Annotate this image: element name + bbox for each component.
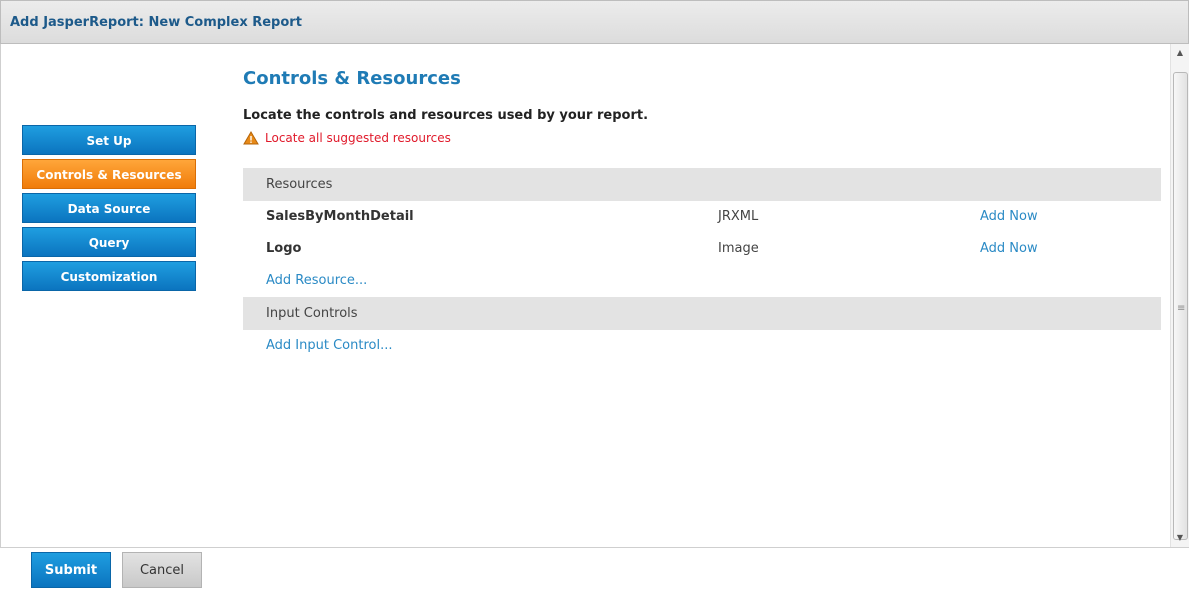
resource-type: JRXML	[718, 209, 759, 224]
cancel-button[interactable]: Cancel	[122, 552, 202, 588]
input-controls-header: Input Controls	[243, 297, 1161, 330]
warning-message: Locate all suggested resources	[243, 131, 1161, 145]
add-now-link[interactable]: Add Now	[980, 201, 1038, 233]
add-now-link[interactable]: Add Now	[980, 233, 1038, 265]
dialog-titlebar: Add JasperReport: New Complex Report	[0, 0, 1189, 44]
warning-text: Locate all suggested resources	[265, 131, 451, 145]
warning-icon	[243, 131, 259, 145]
resource-name: SalesByMonthDetail	[266, 209, 414, 224]
main-panel: Controls & Resources Locate the controls…	[243, 68, 1161, 362]
scroll-thumb[interactable]: ≡	[1173, 72, 1188, 540]
scroll-up-icon[interactable]: ▲	[1171, 44, 1189, 62]
page-subtitle: Locate the controls and resources used b…	[243, 108, 649, 123]
nav-item-set-up[interactable]: Set Up	[22, 125, 196, 155]
resource-row: Logo Image Add Now	[243, 233, 1161, 265]
resource-name: Logo	[266, 241, 302, 256]
scroll-down-icon[interactable]: ▼	[1171, 529, 1189, 547]
nav-item-query[interactable]: Query	[22, 227, 196, 257]
nav-item-data-source[interactable]: Data Source	[22, 193, 196, 223]
dialog-title: Add JasperReport: New Complex Report	[10, 14, 302, 30]
page-title: Controls & Resources	[243, 68, 461, 89]
resource-row: SalesByMonthDetail JRXML Add Now	[243, 201, 1161, 233]
scroll-grip-icon: ≡	[1177, 303, 1186, 314]
add-resource-link[interactable]: Add Resource...	[243, 265, 1161, 297]
submit-button[interactable]: Submit	[31, 552, 111, 588]
nav-item-customization[interactable]: Customization	[22, 261, 196, 291]
dialog-footer: Submit Cancel	[0, 547, 1189, 588]
add-input-control-link[interactable]: Add Input Control...	[243, 330, 1161, 362]
resource-type: Image	[718, 241, 759, 256]
dialog-content: Set Up Controls & Resources Data Source …	[0, 44, 1170, 547]
vertical-scrollbar[interactable]: ▲ ≡ ▼	[1170, 44, 1189, 547]
nav-item-controls-resources[interactable]: Controls & Resources	[22, 159, 196, 189]
wizard-nav: Set Up Controls & Resources Data Source …	[22, 125, 197, 295]
resources-header: Resources	[243, 168, 1161, 201]
